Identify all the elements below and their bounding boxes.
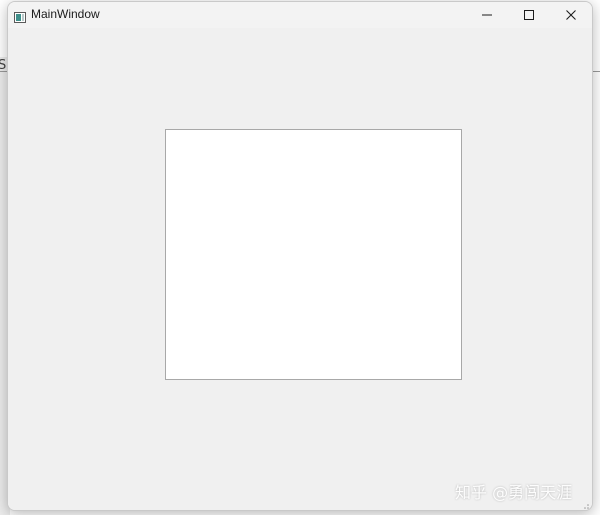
watermark: 知乎 @勇闯天涯 [455, 483, 573, 502]
window-app-icon [14, 8, 26, 23]
title-bar[interactable]: MainWindow [8, 2, 592, 28]
content-panel[interactable] [165, 129, 462, 380]
close-button[interactable] [550, 2, 592, 28]
minimize-button[interactable] [466, 2, 508, 28]
close-icon [566, 10, 576, 20]
maximize-icon [524, 10, 534, 20]
maximize-button[interactable] [508, 2, 550, 28]
minimize-icon [482, 14, 492, 16]
resize-grip-icon[interactable] [580, 498, 590, 509]
main-window: MainWindow [7, 1, 593, 511]
window-title: MainWindow [31, 7, 100, 21]
client-area [8, 28, 592, 510]
